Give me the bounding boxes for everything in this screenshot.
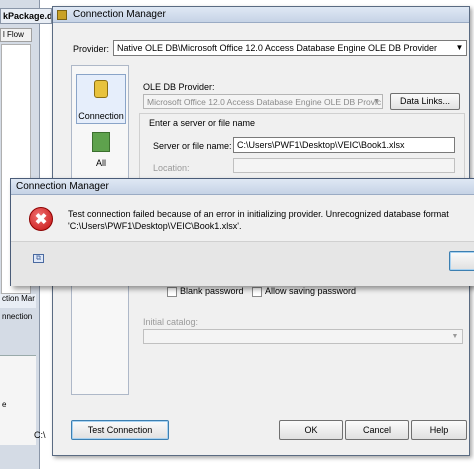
error-icon: ✖ [29, 207, 53, 231]
initial-catalog-label: Initial catalog: [143, 317, 199, 327]
chevron-down-icon[interactable]: ▼ [449, 330, 461, 343]
error-message-line1: Test connection failed because of an err… [68, 209, 449, 219]
server-group-title: Enter a server or file name [149, 118, 256, 128]
properties-icon [92, 132, 110, 152]
blank-password-label[interactable]: Blank password [180, 286, 244, 296]
nav-item-connection-label: Connection [78, 111, 124, 121]
app-icon [57, 10, 67, 20]
chevron-down-icon[interactable]: ▼ [371, 95, 382, 108]
test-connection-button[interactable]: Test Connection [71, 420, 169, 440]
data-links-button[interactable]: Data Links... [390, 93, 460, 110]
lower-pane-path: C:\ [34, 430, 46, 440]
blank-password-checkbox[interactable] [167, 287, 177, 297]
copy-icon[interactable]: ⧉ [33, 254, 44, 263]
database-icon [94, 80, 108, 98]
nav-item-all-label: All [95, 158, 106, 168]
connection-manager-item[interactable]: nnection [0, 312, 36, 326]
help-button[interactable]: Help [411, 420, 467, 440]
chevron-down-icon[interactable]: ▼ [453, 41, 466, 55]
server-file-label: Server or file name: [153, 141, 232, 151]
error-message-line2: 'C:\Users\PWF1\Desktop\VEIC\Book1.xlsx'. [68, 221, 242, 231]
lower-pane-label: e [2, 400, 7, 409]
allow-saving-password-checkbox[interactable] [252, 287, 262, 297]
location-input[interactable] [233, 158, 455, 173]
package-tab[interactable]: kPackage.dt [0, 8, 52, 24]
provider-select[interactable]: Native OLE DB\Microsoft Office 12.0 Acce… [113, 40, 467, 56]
server-file-input[interactable]: C:\Users\PWF1\Desktop\VEIC\Book1.xlsx [233, 137, 455, 153]
nav-item-connection[interactable]: Connection [76, 74, 126, 124]
cancel-button[interactable]: Cancel [345, 420, 409, 440]
dialog-title: Connection Manager [73, 9, 166, 20]
ok-button[interactable]: OK [279, 420, 343, 440]
nav-item-all[interactable]: All [76, 130, 126, 180]
error-title-bar[interactable]: Connection Manager [11, 179, 474, 195]
oledb-provider-select[interactable]: Microsoft Office 12.0 Access Database En… [143, 94, 383, 109]
oledb-provider-label: OLE DB Provider: [143, 82, 215, 92]
error-footer [11, 241, 474, 286]
dialog-title-bar[interactable]: Connection Manager [53, 7, 469, 23]
initial-catalog-select[interactable] [143, 329, 463, 344]
allow-saving-password-label[interactable]: Allow saving password [265, 286, 356, 296]
error-ok-button[interactable] [449, 251, 474, 271]
error-title: Connection Manager [16, 181, 109, 192]
connection-managers-header: ction Mar [0, 294, 36, 308]
flow-tab[interactable]: l Flow [0, 28, 32, 42]
provider-label: Provider: [73, 44, 110, 54]
location-label: Location: [153, 163, 190, 173]
error-message-box: Connection Manager ✖ Test connection fai… [10, 178, 474, 286]
